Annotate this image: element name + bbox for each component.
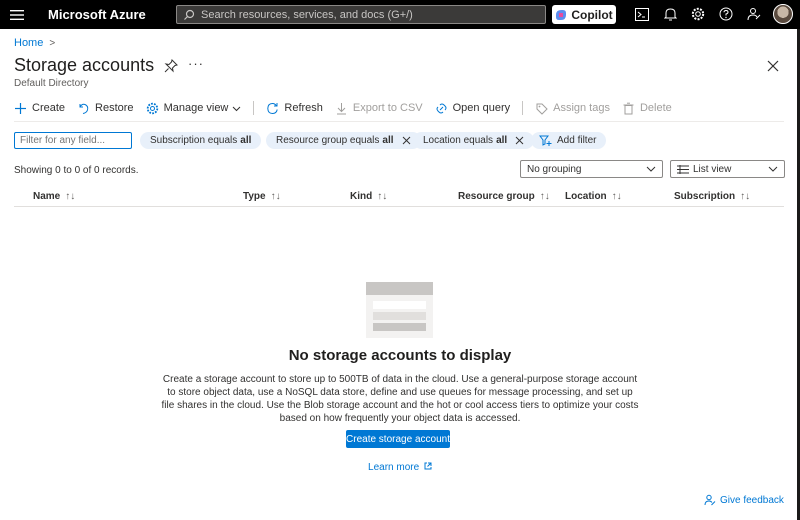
- command-toolbar: Create Restore Manage view Refresh Expor…: [14, 99, 684, 117]
- search-placeholder: Search resources, services, and docs (G+…: [201, 8, 413, 21]
- pin-icon[interactable]: [164, 59, 178, 73]
- trash-icon: [623, 102, 634, 114]
- manage-view-button[interactable]: Manage view: [146, 102, 242, 115]
- view-dropdown[interactable]: List view: [670, 160, 785, 178]
- assign-tags-button[interactable]: Assign tags: [535, 102, 610, 115]
- page-title: Storage accounts: [14, 55, 155, 75]
- refresh-icon: [267, 102, 279, 114]
- add-filter-icon: [539, 135, 552, 146]
- feedback-icon: [704, 494, 716, 506]
- filter-input[interactable]: [14, 132, 132, 149]
- column-header-kind[interactable]: Kind ↑↓: [350, 191, 387, 202]
- remove-filter-icon[interactable]: [402, 136, 411, 145]
- toolbar-divider: [522, 101, 524, 115]
- query-icon: [436, 103, 447, 113]
- chevron-down-icon: [768, 166, 778, 172]
- sort-icon: ↑↓: [539, 191, 550, 202]
- gear-icon: [146, 102, 158, 114]
- column-header-subscription[interactable]: Subscription ↑↓: [674, 191, 750, 202]
- column-header-name[interactable]: Name ↑↓: [33, 191, 75, 202]
- notifications-bell-icon[interactable]: [662, 6, 678, 22]
- copilot-icon: [556, 9, 567, 20]
- breadcrumb: Home >: [14, 37, 55, 49]
- create-button[interactable]: Create: [14, 102, 65, 115]
- export-csv-button[interactable]: Export to CSV: [335, 102, 423, 115]
- create-storage-account-button[interactable]: Create storage account: [346, 430, 450, 448]
- external-link-icon: [424, 462, 432, 470]
- delete-button[interactable]: Delete: [622, 102, 672, 115]
- empty-state-title: No storage accounts to display: [288, 347, 512, 364]
- brand-title[interactable]: Microsoft Azure: [48, 7, 174, 22]
- download-icon: [336, 102, 346, 114]
- storage-account-illustration-icon: [366, 282, 433, 338]
- restore-icon: [79, 103, 89, 114]
- learn-more-link[interactable]: Learn more: [0, 462, 800, 473]
- plus-icon: [15, 102, 26, 114]
- feedback-person-icon[interactable]: [746, 6, 762, 22]
- copilot-button[interactable]: Copilot: [552, 5, 616, 24]
- column-header-resource-group[interactable]: Resource group ↑↓: [458, 191, 550, 202]
- sort-icon: ↑↓: [611, 191, 622, 202]
- more-options-icon[interactable]: ···: [188, 56, 204, 71]
- column-header-type[interactable]: Type ↑↓: [243, 191, 281, 202]
- table-header: Name ↑↓ Type ↑↓ Kind ↑↓ Resource group ↑↓ Lo…: [14, 188, 784, 207]
- breadcrumb-home-link[interactable]: Home: [14, 37, 43, 49]
- open-query-button[interactable]: Open query: [435, 102, 510, 115]
- sort-icon: ↑↓: [740, 191, 751, 202]
- subscription-filter-pill[interactable]: Subscription equals all: [140, 132, 262, 149]
- copilot-label: Copilot: [571, 7, 613, 22]
- chevron-down-icon: [233, 106, 241, 111]
- grouping-dropdown[interactable]: No grouping: [520, 160, 663, 178]
- add-filter-button[interactable]: Add filter: [531, 132, 607, 149]
- refresh-button[interactable]: Refresh: [266, 102, 323, 115]
- remove-filter-icon[interactable]: [515, 136, 524, 145]
- tag-icon: [536, 103, 548, 115]
- sort-icon: ↑↓: [65, 191, 76, 202]
- toolbar-divider: [253, 101, 255, 115]
- sort-icon: ↑↓: [270, 191, 281, 202]
- restore-button[interactable]: Restore: [77, 102, 134, 115]
- user-avatar[interactable]: [773, 4, 793, 24]
- close-icon[interactable]: [766, 59, 780, 73]
- chevron-right-icon: >: [49, 37, 56, 49]
- sort-icon: ↑↓: [377, 191, 388, 202]
- help-question-icon[interactable]: [718, 6, 734, 22]
- settings-gear-icon[interactable]: [690, 6, 706, 22]
- toolbar-separator: [14, 121, 784, 122]
- give-feedback-link[interactable]: Give feedback: [704, 494, 784, 506]
- list-view-icon: [677, 164, 689, 174]
- directory-subtitle: Default Directory: [14, 78, 89, 89]
- search-icon: [184, 9, 195, 20]
- resource-group-filter-pill[interactable]: Resource group equals all: [266, 132, 421, 149]
- cloud-shell-icon[interactable]: [634, 6, 650, 22]
- hamburger-menu-icon[interactable]: [0, 0, 34, 29]
- global-search-input[interactable]: Search resources, services, and docs (G+…: [176, 5, 546, 24]
- chevron-down-icon: [646, 166, 656, 172]
- location-filter-pill[interactable]: Location equals all: [413, 132, 535, 149]
- empty-state-description: Create a storage account to store up to …: [161, 374, 639, 424]
- column-header-location[interactable]: Location ↑↓: [565, 191, 622, 202]
- records-count: Showing 0 to 0 of 0 records.: [14, 165, 139, 176]
